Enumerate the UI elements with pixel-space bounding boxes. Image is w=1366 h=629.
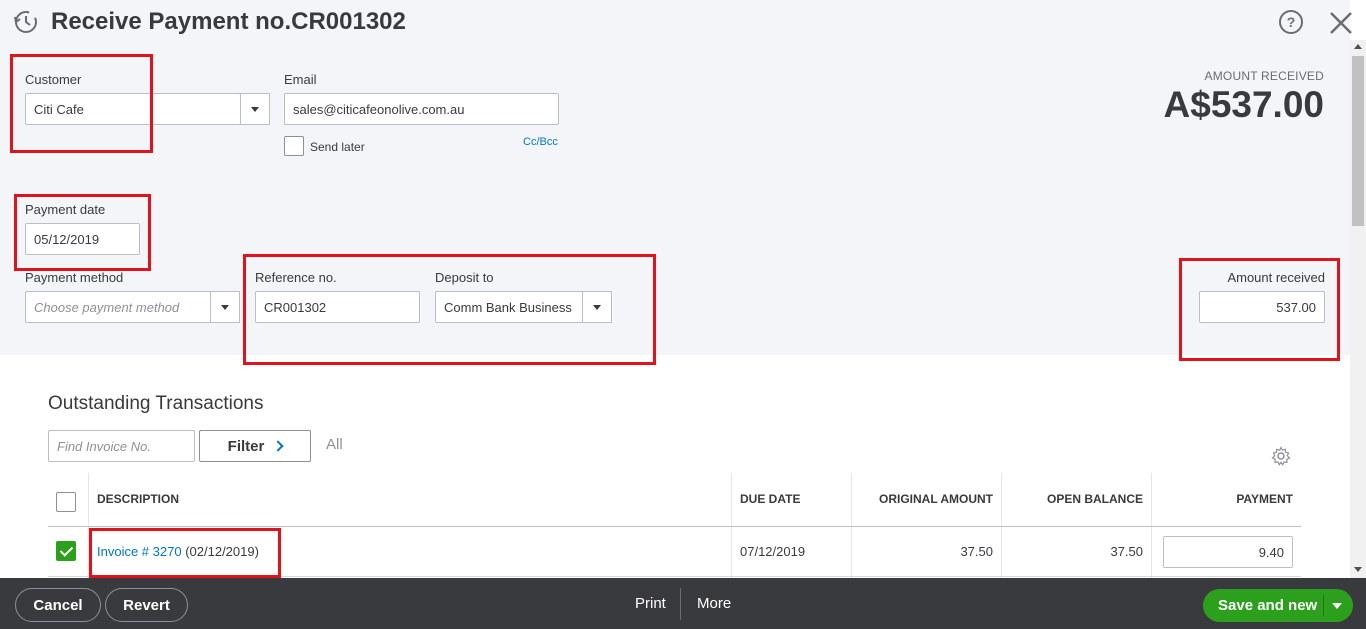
caret-down-icon [593,304,601,310]
column-header-payment[interactable]: PAYMENT [1152,492,1293,506]
history-clock-icon[interactable] [12,8,40,36]
scroll-down-arrow-icon[interactable] [1354,567,1362,572]
footer-divider [680,588,681,620]
reference-no-label: Reference no. [255,270,337,285]
customer-label: Customer [25,72,82,87]
invoice-link[interactable]: Invoice # 3270 [97,544,182,559]
email-field[interactable]: sales@citicafeonolive.com.au [284,93,559,125]
filter-button[interactable]: Filter [199,430,311,462]
amount-received-label: Amount received [1227,270,1325,285]
gear-icon[interactable] [1271,446,1291,466]
more-button[interactable]: More [697,595,731,612]
save-and-new-label: Save and new [1218,597,1318,614]
help-icon[interactable]: ? [1278,9,1304,35]
column-header-open-balance[interactable]: OPEN BALANCE [1002,492,1143,506]
deposit-to-dropdown-button[interactable] [582,291,612,323]
payment-date-label: Payment date [25,202,106,217]
close-icon[interactable] [1327,9,1355,37]
footer-bar [0,578,1366,629]
payment-method-select[interactable]: Choose payment method [25,291,211,323]
email-label: Email [284,72,317,87]
outstanding-transactions-title: Outstanding Transactions [48,393,264,414]
customer-dropdown-button[interactable] [240,93,270,125]
table-row-divider [48,576,1301,577]
print-button[interactable]: Print [635,595,666,612]
send-later-label: Send later [310,140,365,154]
caret-down-icon [251,106,259,112]
payment-method-dropdown-button[interactable] [210,291,240,323]
reference-no-field[interactable]: CR001302 [255,291,420,323]
customer-select[interactable]: Citi Cafe [25,93,241,125]
payment-amount-field[interactable]: 9.40 [1163,536,1293,568]
invoice-date: (02/12/2019) [185,544,259,559]
column-header-description[interactable]: DESCRIPTION [97,492,179,506]
page-title: Receive Payment no.CR001302 [51,8,406,35]
scroll-up-arrow-icon[interactable] [1354,44,1362,49]
amount-received-field[interactable]: 537.00 [1199,291,1325,323]
deposit-to-label: Deposit to [435,270,494,285]
scrollbar-thumb[interactable] [1352,56,1364,226]
table-header-divider [48,526,1301,527]
due-date-cell: 07/12/2019 [740,544,806,559]
chevron-right-icon [272,440,285,452]
amount-received-summary-label: AMOUNT RECEIVED [1204,69,1324,83]
row-select-checkbox[interactable] [56,541,76,561]
payment-method-label: Payment method [25,270,124,285]
save-split-divider [1323,595,1324,616]
amount-received-summary-value: A$537.00 [1163,84,1324,125]
save-and-new-button[interactable]: Save and new [1203,589,1353,622]
cc-bcc-link[interactable]: Cc/Bcc [523,136,558,148]
open-balance-cell: 37.50 [1110,544,1143,559]
column-header-due-date[interactable]: DUE DATE [740,492,800,506]
revert-button[interactable]: Revert [105,588,188,622]
column-header-original-amount[interactable]: ORIGINAL AMOUNT [852,492,993,506]
svg-text:?: ? [1287,14,1296,30]
invoice-description: Invoice # 3270 (02/12/2019) [97,544,259,559]
original-amount-cell: 37.50 [960,544,993,559]
filter-all-label: All [326,436,343,453]
send-later-checkbox[interactable] [284,136,304,156]
select-all-checkbox[interactable] [56,492,76,512]
cancel-button[interactable]: Cancel [15,588,101,622]
caret-down-icon [221,304,229,310]
filter-button-label: Filter [227,437,265,455]
save-options-caret-icon[interactable] [1332,603,1342,609]
find-invoice-input[interactable]: Find Invoice No. [48,430,195,462]
payment-date-field[interactable]: 05/12/2019 [25,223,140,255]
deposit-to-select[interactable]: Comm Bank Business [435,291,583,323]
